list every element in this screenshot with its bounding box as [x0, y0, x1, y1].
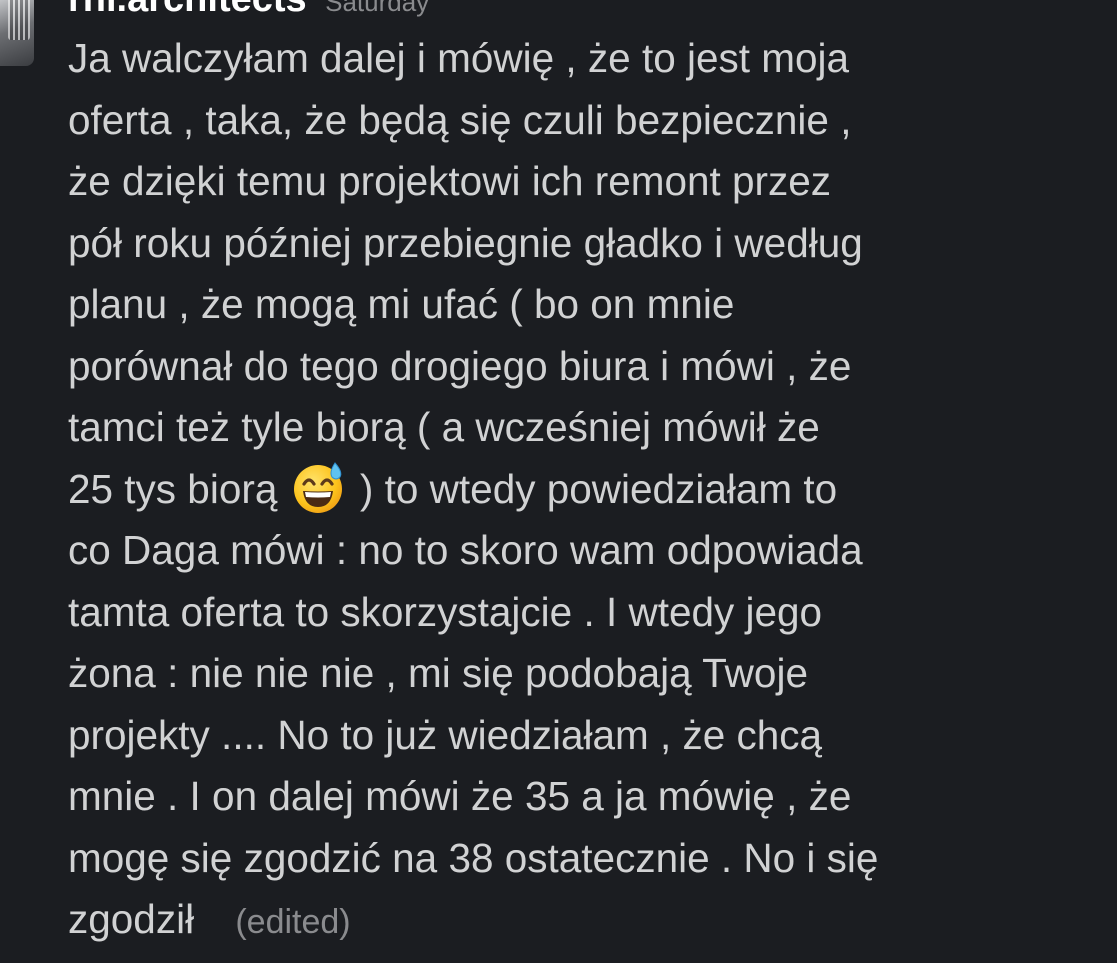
message-line-with-emoji: 25 tys biorą) to wtedy powiedziałam to	[68, 459, 1098, 521]
message-last-line: zgodził (edited)	[68, 889, 1098, 951]
sender-name[interactable]: rhi.architects	[68, 0, 307, 20]
message-text-fragment: 25 tys biorą	[68, 465, 278, 512]
message-text-fragment: ) to wtedy powiedziałam to	[359, 465, 838, 512]
message-timestamp[interactable]: Saturday	[325, 0, 429, 17]
message-line: mnie . I on dalej mówi że 35 a ja mówię …	[68, 773, 852, 819]
message-line: pół roku później przebiegnie gładko i we…	[68, 219, 863, 266]
message-text-fragment: zgodził	[68, 896, 195, 942]
message-line: Ja walczyłam dalej i mówię , że to jest …	[68, 35, 850, 81]
message-line: projekty .... No to już wiedziałam , że …	[68, 711, 823, 758]
message-line: porównał do tego drogiego biura i mówi ,…	[68, 342, 852, 389]
message-line: planu , że mogą mi ufać ( bo on mnie	[68, 281, 735, 327]
message-line: żona : nie nie nie , mi się podobają Two…	[68, 650, 808, 696]
message-header: rhi.architects Saturday	[68, 0, 429, 20]
message-line: że dzięki temu projektowi ich remont prz…	[68, 158, 832, 204]
edited-label: (edited)	[235, 903, 351, 941]
message-line: mogę się zgodzić na 38 ostatecznie . No …	[68, 834, 879, 881]
chat-message: rhi.architects Saturday Ja walczyłam dal…	[0, 0, 1117, 963]
message-line: tamci też tyle biorą ( a wcześniej mówił…	[68, 404, 820, 450]
message-line: oferta , taka, że będą się czuli bezpiec…	[68, 96, 852, 143]
message-body: Ja walczyłam dalej i mówię , że to jest …	[68, 28, 1098, 951]
sender-avatar[interactable]	[0, 0, 34, 66]
message-line: co Daga mówi : no to skoro wam odpowiada	[68, 527, 863, 573]
message-line: tamta oferta to skorzystajcie . I wtedy …	[68, 588, 823, 635]
